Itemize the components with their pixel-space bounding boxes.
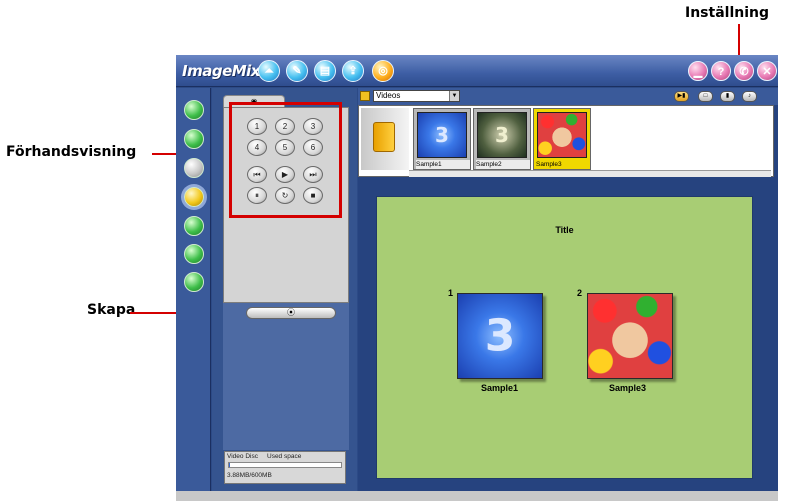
folder-select[interactable]: Videos ▼ xyxy=(373,90,460,102)
edit-icon[interactable]: ✎ xyxy=(286,60,308,82)
close-icon[interactable]: ✕ xyxy=(757,61,777,81)
item-number-2: 2 xyxy=(577,288,583,298)
create-callout: Skapa xyxy=(87,302,136,318)
status-bar xyxy=(176,491,778,501)
menu-preview-canvas: Title 1 3 Sample1 2 Sample3 xyxy=(376,196,753,479)
sample3-thumbnail-image xyxy=(537,112,587,158)
menu-item-sample1-caption: Sample1 xyxy=(481,383,519,393)
left-toolbar xyxy=(176,88,211,501)
thumbnail-browser: 3 Sample1 3 Sample2 Sample3 xyxy=(358,105,774,177)
create-button[interactable]: ⦿ xyxy=(246,307,336,319)
item-number-1: 1 xyxy=(448,288,454,298)
settings-callout: Inställning xyxy=(685,5,769,21)
sample1-thumbnail-image: 3 xyxy=(417,112,467,158)
thumbnail-sample2[interactable]: 3 Sample2 xyxy=(473,108,531,170)
minimize-icon[interactable]: ▁ xyxy=(688,61,708,81)
image-view-button[interactable]: □ xyxy=(698,91,713,102)
disc-usage-value: 3.88MB/600MB xyxy=(227,472,272,479)
menu-item-sample3-image[interactable] xyxy=(587,293,673,379)
thumbnail-caption: Sample1 xyxy=(416,160,470,169)
title-bar: ImageMixer ⏶ ✎ ▤ ⇪ ◎ ▁ ? ✆ ✕ xyxy=(176,55,778,87)
music-view-button[interactable]: ♪ xyxy=(742,91,757,102)
thumbnail-sample3[interactable]: Sample3 xyxy=(533,108,591,170)
disc-tool-icon[interactable] xyxy=(184,187,204,207)
export-icon[interactable]: ⇪ xyxy=(342,60,364,82)
thumbnail-caption: Sample3 xyxy=(536,160,590,169)
panel-lower-area xyxy=(223,303,349,450)
grid-view-button[interactable]: ▮ xyxy=(720,91,735,102)
disc-icon[interactable]: ◎ xyxy=(372,60,394,82)
menu-item-sample1-image[interactable]: 3 xyxy=(457,293,543,379)
disc-label: Video Disc xyxy=(227,453,258,460)
preview-highlight-box xyxy=(229,102,342,218)
save-tool-icon[interactable] xyxy=(184,216,204,236)
video-view-button[interactable]: ▶▮ xyxy=(674,91,689,102)
thumbnail-sample1[interactable]: 3 Sample1 xyxy=(413,108,471,170)
sample2-thumbnail-image: 3 xyxy=(477,112,527,158)
help-icon[interactable]: ? xyxy=(711,61,731,81)
pointer-tool-icon[interactable] xyxy=(184,100,204,120)
album-icon[interactable]: ▤ xyxy=(314,60,336,82)
album-notebook[interactable] xyxy=(361,108,409,170)
browser-toolbar: Videos ▼ ▶▮ □ ▮ ♪ xyxy=(358,88,778,105)
preview-callout: Förhandsvisning xyxy=(6,144,137,160)
menu-title[interactable]: Title xyxy=(377,225,752,235)
used-space-label: Used space xyxy=(267,453,302,460)
disc-usage-box: Video Disc Used space 3.88MB/600MB xyxy=(224,451,346,484)
folder-select-value: Videos xyxy=(376,91,401,100)
document-tool-icon[interactable] xyxy=(184,244,204,264)
menu-item-sample3-caption: Sample3 xyxy=(609,383,647,393)
notebook-icon xyxy=(373,122,395,152)
content-area: Videos ▼ ▶▮ □ ▮ ♪ 3 Sample1 3 Sample2 Sa… xyxy=(358,88,778,501)
disc-usage-fill xyxy=(229,463,231,467)
settings-icon[interactable]: ✆ xyxy=(734,61,754,81)
list-tool-icon[interactable] xyxy=(184,129,204,149)
chevron-down-icon[interactable]: ▼ xyxy=(449,91,459,101)
folder-icon xyxy=(360,91,370,101)
export-tool-icon[interactable] xyxy=(184,272,204,292)
capture-icon[interactable]: ⏶ xyxy=(258,60,280,82)
horizontal-scrollbar[interactable] xyxy=(409,170,771,177)
thumbnail-caption: Sample2 xyxy=(476,160,530,169)
blank-tool-icon[interactable] xyxy=(184,158,204,178)
disc-usage-bar xyxy=(228,462,342,468)
